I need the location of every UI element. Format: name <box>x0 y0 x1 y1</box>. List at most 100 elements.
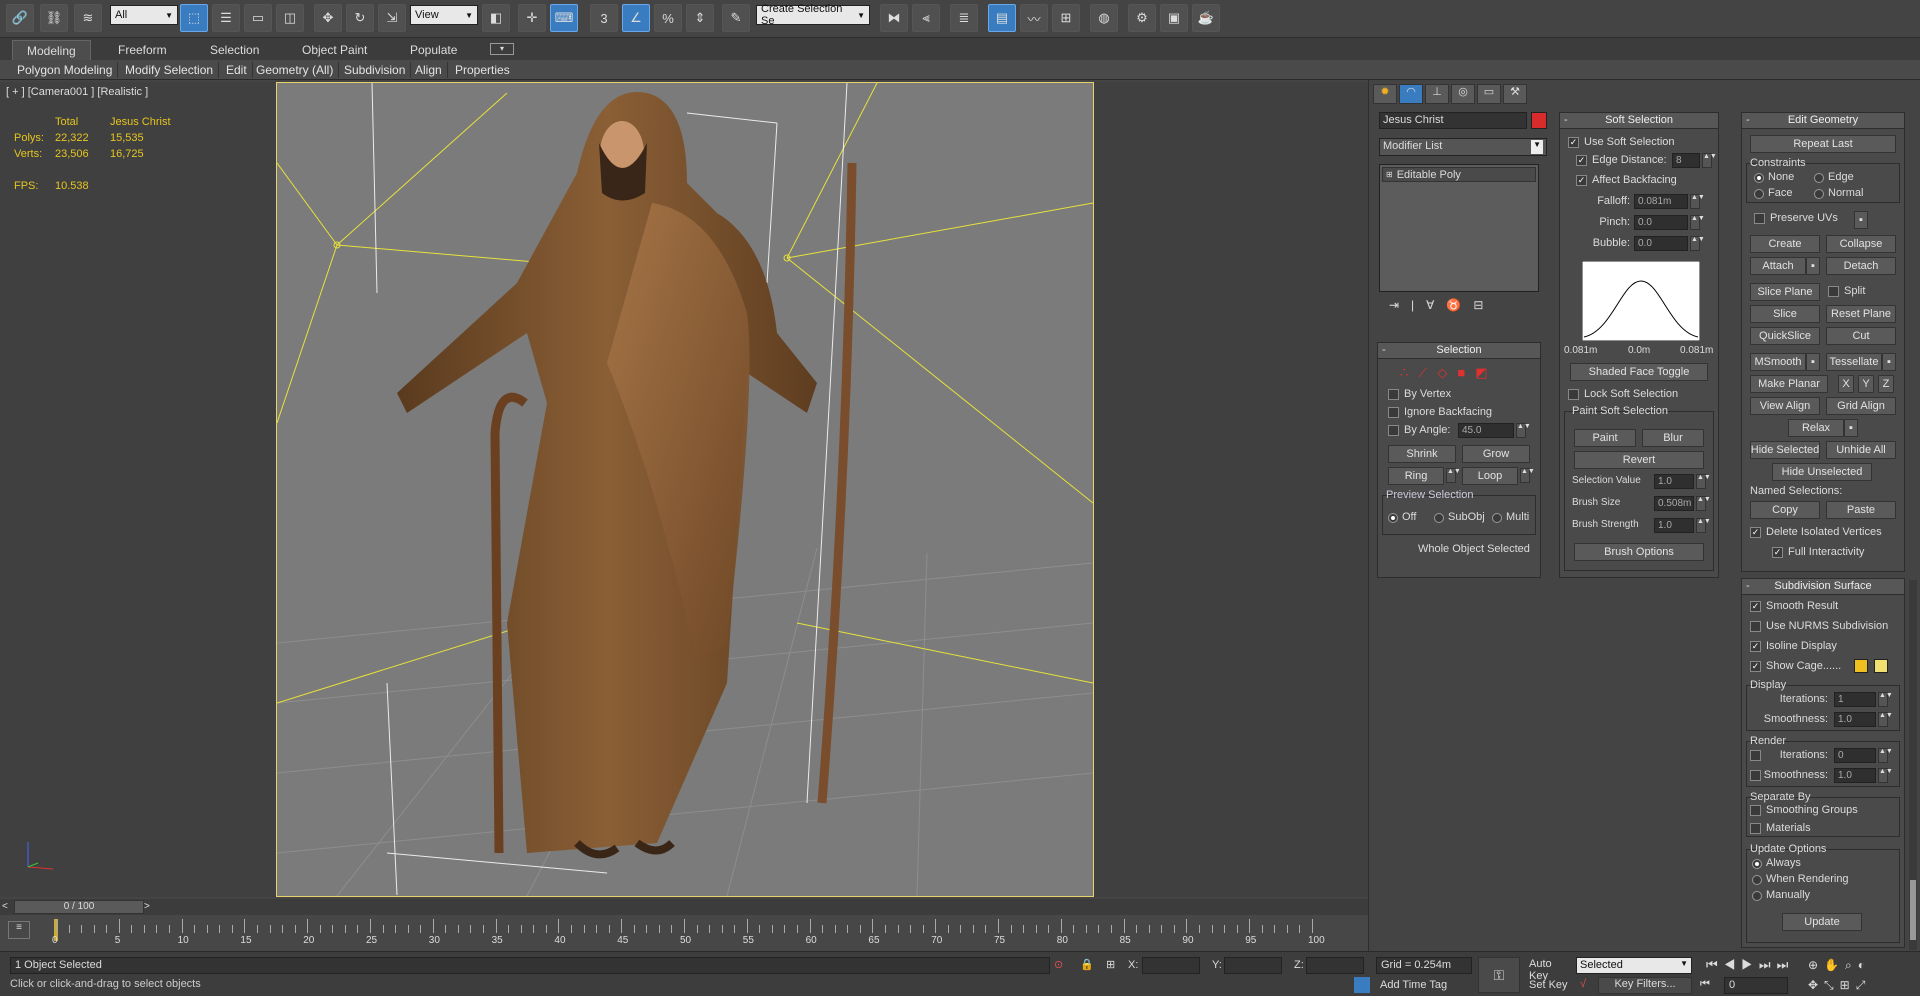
move-icon[interactable]: ✥ <box>314 4 342 32</box>
quickslice-button[interactable]: QuickSlice <box>1750 327 1820 345</box>
edge-distance-checkbox[interactable]: ✓ <box>1576 155 1587 166</box>
spinner-arrows-icon[interactable]: ▲▼ <box>1878 748 1893 763</box>
mini-curve-editor-icon[interactable]: ≡ <box>8 921 30 939</box>
panel-properties[interactable]: Properties <box>450 62 515 78</box>
lock-soft-selection-checkbox[interactable] <box>1568 389 1579 400</box>
create-tab-icon[interactable]: ✹ <box>1373 84 1397 104</box>
falloff-spinner[interactable]: 0.081m <box>1634 194 1688 209</box>
time-slider-thumb[interactable]: 0 / 100 <box>14 900 144 914</box>
rotate-icon[interactable]: ↻ <box>346 4 374 32</box>
expand-icon[interactable]: ⊞ <box>1386 170 1393 179</box>
material-editor-icon[interactable]: ◍ <box>1090 4 1118 32</box>
attach-button[interactable]: Attach <box>1750 257 1806 275</box>
angle-snap-icon[interactable]: ∠ <box>622 4 650 32</box>
z-coordinate-field[interactable] <box>1306 957 1364 974</box>
smoothing-groups-checkbox[interactable] <box>1750 805 1761 816</box>
stack-item-editable-poly[interactable]: ⊞ Editable Poly <box>1382 167 1536 182</box>
playback-controls[interactable]: ⏮◀▶⏭⏭ <box>1706 957 1794 973</box>
tessellate-button[interactable]: Tessellate <box>1826 353 1882 371</box>
by-vertex-checkbox[interactable] <box>1388 389 1399 400</box>
reference-coordinate-dropdown[interactable]: View ▼ <box>410 5 478 25</box>
ribbon-options-icon[interactable]: ▾ <box>490 43 514 55</box>
subdivision-surface-header[interactable]: - Subdivision Surface <box>1742 579 1904 595</box>
spinner-arrows-icon[interactable]: ▲▼ <box>1696 474 1711 489</box>
update-button[interactable]: Update <box>1782 913 1862 931</box>
paint-button[interactable]: Paint <box>1574 429 1636 447</box>
spinner-snap-icon[interactable]: ⇕ <box>686 4 714 32</box>
window-crossing-icon[interactable]: ◫ <box>276 4 304 32</box>
edit-geometry-header[interactable]: - Edit Geometry <box>1742 113 1904 129</box>
preserve-uvs-settings-icon[interactable]: ▪ <box>1854 211 1868 229</box>
modify-tab-icon[interactable]: ◠ <box>1399 84 1423 104</box>
collapse-button[interactable]: Collapse <box>1826 235 1896 253</box>
tessellate-settings-icon[interactable]: ▪ <box>1882 353 1896 371</box>
spinner-arrows-icon[interactable]: ▲▼ <box>1878 768 1893 783</box>
viewport-navigation-2[interactable]: ✥⤡⊞⤢ <box>1808 978 1871 993</box>
object-color-swatch[interactable] <box>1531 112 1547 129</box>
object-name-field[interactable]: Jesus Christ <box>1379 112 1527 129</box>
go-to-start-icon[interactable]: ⏮ <box>1700 978 1714 991</box>
constraint-normal-radio[interactable] <box>1814 189 1824 199</box>
pinch-spinner[interactable]: 0.0 <box>1634 215 1688 230</box>
by-angle-checkbox[interactable] <box>1388 425 1399 436</box>
attach-list-icon[interactable]: ▪ <box>1806 257 1820 275</box>
hide-unselected-button[interactable]: Hide Unselected <box>1772 463 1872 481</box>
brush-size-spinner[interactable]: 0.508m <box>1654 496 1694 511</box>
spinner-arrows-icon[interactable]: ▲▼ <box>1878 712 1893 727</box>
display-iterations-spinner[interactable]: 1 <box>1834 692 1876 707</box>
smooth-result-checkbox[interactable]: ✓ <box>1750 601 1761 612</box>
preview-multi-radio[interactable] <box>1492 513 1502 523</box>
auto-key-button[interactable]: Auto Key <box>1526 957 1574 982</box>
modifier-list-dropdown[interactable]: Modifier List ▼ <box>1379 138 1547 156</box>
mirror-icon[interactable]: ⧓ <box>880 4 908 32</box>
cage-color-swatch-1[interactable] <box>1854 659 1868 673</box>
y-coordinate-field[interactable] <box>1224 957 1282 974</box>
planar-y-button[interactable]: Y <box>1858 375 1874 393</box>
edit-named-selection-icon[interactable]: ✎ <box>722 4 750 32</box>
layer-manager-icon[interactable]: ≣ <box>950 4 978 32</box>
repeat-last-button[interactable]: Repeat Last <box>1750 135 1896 153</box>
tab-selection[interactable]: Selection <box>196 40 273 60</box>
next-frame-icon[interactable]: > <box>144 901 150 912</box>
materials-checkbox[interactable] <box>1750 823 1761 834</box>
update-always-radio[interactable] <box>1752 859 1762 869</box>
blur-button[interactable]: Blur <box>1642 429 1704 447</box>
preserve-uvs-checkbox[interactable] <box>1754 213 1765 224</box>
spinner-arrows-icon[interactable]: ▲▼ <box>1516 423 1531 438</box>
full-interactivity-checkbox[interactable]: ✓ <box>1772 547 1783 558</box>
update-manually-radio[interactable] <box>1752 891 1762 901</box>
spinner-arrows-icon[interactable]: ▲▼ <box>1696 518 1711 533</box>
tab-freeform[interactable]: Freeform <box>104 40 181 60</box>
graphite-toggle-icon[interactable]: ▤ <box>988 4 1016 32</box>
relax-settings-icon[interactable]: ▪ <box>1844 419 1858 437</box>
grid-align-button[interactable]: Grid Align <box>1826 397 1896 415</box>
add-time-tag[interactable]: Add Time Tag <box>1376 978 1472 995</box>
percent-snap-icon[interactable]: % <box>654 4 682 32</box>
x-coordinate-field[interactable] <box>1142 957 1200 974</box>
selection-filter-dropdown[interactable]: All ▼ <box>110 5 178 25</box>
show-cage-checkbox[interactable]: ✓ <box>1750 661 1761 672</box>
panel-subdivision[interactable]: Subdivision <box>339 62 412 78</box>
rectangular-selection-icon[interactable]: ▭ <box>244 4 272 32</box>
isoline-display-checkbox[interactable]: ✓ <box>1750 641 1761 652</box>
edge-distance-spinner[interactable]: 8 <box>1672 153 1700 168</box>
detach-button[interactable]: Detach <box>1826 257 1896 275</box>
keyboard-shortcut-override-icon[interactable]: ⌨ <box>550 4 578 32</box>
loop-spinner-icon[interactable]: ▲▼ <box>1520 468 1535 483</box>
msmooth-settings-icon[interactable]: ▪ <box>1806 353 1820 371</box>
view-align-button[interactable]: View Align <box>1750 397 1820 415</box>
copy-button[interactable]: Copy <box>1750 501 1820 519</box>
spinner-arrows-icon[interactable]: ▲▼ <box>1702 153 1717 168</box>
panel-polygon-modeling[interactable]: Polygon Modeling <box>12 62 119 78</box>
bubble-spinner[interactable]: 0.0 <box>1634 236 1688 251</box>
utilities-tab-icon[interactable]: ⚒ <box>1503 84 1527 104</box>
hierarchy-tab-icon[interactable]: ⊥ <box>1425 84 1449 104</box>
slice-button[interactable]: Slice <box>1750 305 1820 323</box>
brush-options-button[interactable]: Brush Options <box>1574 543 1704 561</box>
panel-modify-selection[interactable]: Modify Selection <box>120 62 220 78</box>
ring-spinner-icon[interactable]: ▲▼ <box>1446 468 1461 483</box>
planar-z-button[interactable]: Z <box>1878 375 1894 393</box>
set-key-icon[interactable]: ⚿ <box>1478 957 1520 993</box>
time-tag-icon[interactable] <box>1354 977 1370 993</box>
use-soft-selection-checkbox[interactable]: ✓ <box>1568 137 1579 148</box>
